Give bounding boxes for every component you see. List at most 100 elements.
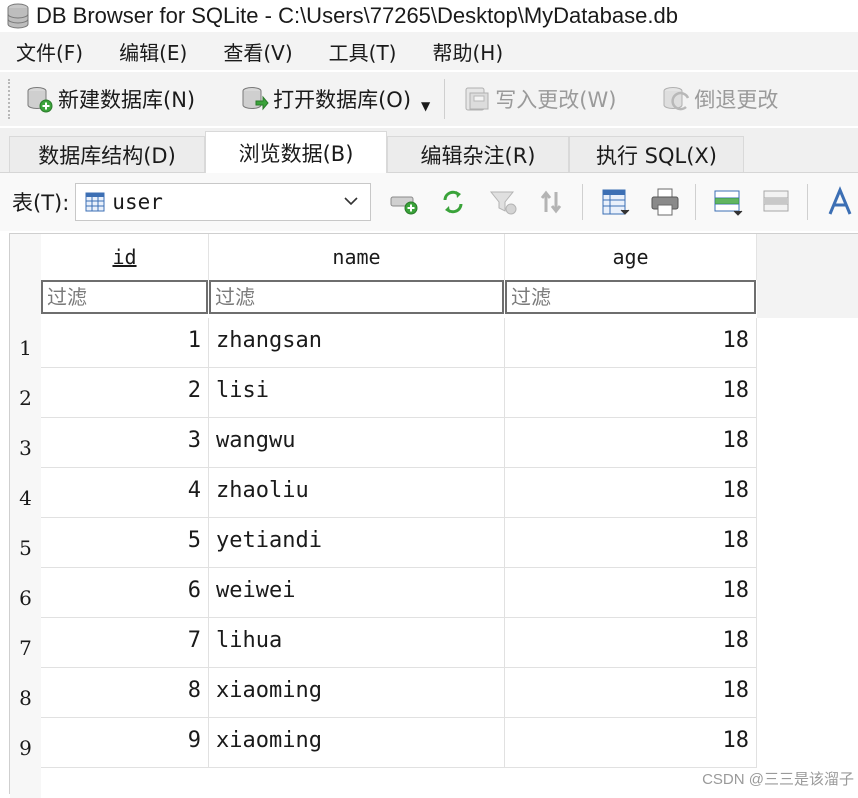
cell-name[interactable]: yetiandi	[209, 518, 505, 568]
cell-id[interactable]: 5	[41, 518, 209, 568]
menu-edit[interactable]: 编辑(E)	[119, 37, 187, 66]
cell-name[interactable]: xiaoming	[209, 668, 505, 718]
revert-changes-button[interactable]: 倒退更改	[650, 77, 788, 121]
tab-label: 执行 SQL(X)	[595, 143, 717, 168]
open-database-icon	[242, 87, 269, 111]
cell-id[interactable]: 3	[41, 418, 209, 468]
delete-record-button[interactable]	[760, 184, 796, 220]
write-changes-label: 写入更改(W)	[495, 88, 617, 112]
tab-label: 编辑杂注(R)	[420, 143, 536, 168]
sort-button[interactable]	[535, 184, 571, 220]
cell-name[interactable]: wangwu	[209, 418, 505, 468]
revert-changes-label: 倒退更改	[694, 88, 779, 112]
row-number[interactable]: 6	[10, 568, 41, 618]
delete-record-icon	[763, 190, 789, 212]
main-toolbar: 新建数据库(N) 打开数据库(O) ▼ 写入更改(W) 倒退更改	[0, 72, 858, 126]
cell-id[interactable]: 2	[41, 368, 209, 418]
database-app-icon	[7, 3, 29, 29]
cell-age[interactable]: 18	[505, 718, 757, 768]
new-database-button[interactable]: 新建数据库(N)	[14, 77, 205, 121]
cell-age[interactable]: 18	[505, 668, 757, 718]
new-database-label: 新建数据库(N)	[58, 88, 196, 112]
tab-edit-pragmas[interactable]: 编辑杂注(R)	[387, 136, 569, 172]
cell-age[interactable]: 18	[505, 318, 757, 368]
refresh-button[interactable]	[435, 184, 471, 220]
cell-name[interactable]: lihua	[209, 618, 505, 668]
filter-input-age[interactable]	[505, 280, 756, 314]
menu-file[interactable]: 文件(F)	[16, 37, 83, 66]
save-table-icon	[602, 189, 630, 215]
print-button[interactable]	[647, 184, 683, 220]
cell-id[interactable]: 8	[41, 668, 209, 718]
insert-record-button[interactable]	[710, 184, 746, 220]
cell-name[interactable]: zhaoliu	[209, 468, 505, 518]
cell-age[interactable]: 18	[505, 418, 757, 468]
column-header-id[interactable]: id	[41, 234, 209, 280]
save-table-button[interactable]	[597, 184, 633, 220]
menu-bar: 文件(F) 编辑(E) 查看(V) 工具(T) 帮助(H)	[0, 32, 858, 70]
toolbar-separator	[582, 184, 584, 220]
write-changes-icon	[465, 87, 489, 111]
row-number[interactable]: 5	[10, 518, 41, 568]
row-header-filler	[10, 768, 41, 798]
cell-name[interactable]: lisi	[209, 368, 505, 418]
sort-icon	[541, 190, 562, 214]
row-number[interactable]: 7	[10, 618, 41, 668]
chevron-down-icon	[344, 197, 358, 206]
write-changes-button[interactable]: 写入更改(W)	[451, 77, 626, 121]
menu-help[interactable]: 帮助(H)	[432, 37, 503, 66]
open-database-dropdown-icon[interactable]: ▼	[421, 99, 430, 113]
cell-id[interactable]: 4	[41, 468, 209, 518]
column-header-age[interactable]: age	[505, 234, 757, 280]
title-bar: DB Browser for SQLite - C:\Users\77265\D…	[0, 0, 858, 32]
row-number[interactable]: 1	[10, 318, 41, 368]
clear-filters-icon	[390, 196, 418, 215]
data-grid: id name age 1 1 zhangsan 18 2 2 lisi 18 …	[9, 233, 858, 798]
font-button[interactable]	[822, 184, 858, 220]
menu-tools[interactable]: 工具(T)	[329, 37, 397, 66]
row-number[interactable]: 9	[10, 718, 41, 768]
filter-icon	[489, 191, 517, 215]
toolbar-separator	[807, 184, 809, 220]
tab-execute-sql[interactable]: 执行 SQL(X)	[569, 136, 744, 172]
row-number[interactable]: 8	[10, 668, 41, 718]
grid-corner[interactable]	[10, 234, 41, 318]
cell-name[interactable]: weiwei	[209, 568, 505, 618]
row-number[interactable]: 3	[10, 418, 41, 468]
cell-age[interactable]: 18	[505, 618, 757, 668]
cell-name[interactable]: zhangsan	[209, 318, 505, 368]
tab-database-structure[interactable]: 数据库结构(D)	[9, 136, 205, 172]
tab-browse-data[interactable]: 浏览数据(B)	[205, 131, 387, 173]
cell-age[interactable]: 18	[505, 518, 757, 568]
font-letter-icon	[828, 186, 852, 215]
cell-id[interactable]: 1	[41, 318, 209, 368]
refresh-icon	[443, 190, 463, 214]
filter-input-id[interactable]	[41, 280, 208, 314]
toolbar-separator	[444, 79, 446, 119]
menu-view[interactable]: 查看(V)	[223, 37, 292, 66]
filter-input-name[interactable]	[209, 280, 504, 314]
cell-id[interactable]: 9	[41, 718, 209, 768]
cell-name[interactable]: xiaoming	[209, 718, 505, 768]
clear-filters-button[interactable]	[385, 184, 421, 220]
column-header-name[interactable]: name	[209, 234, 505, 280]
table-icon	[85, 192, 105, 212]
browse-data-toolbar: 表(T): user	[0, 173, 858, 231]
cell-id[interactable]: 7	[41, 618, 209, 668]
printer-icon	[651, 188, 679, 216]
cell-age[interactable]: 18	[505, 568, 757, 618]
tab-label: 数据库结构(D)	[38, 143, 176, 168]
cell-id[interactable]: 6	[41, 568, 209, 618]
cell-age[interactable]: 18	[505, 368, 757, 418]
row-number[interactable]: 4	[10, 468, 41, 518]
watermark: CSDN @三三是该溜子	[702, 771, 854, 788]
revert-changes-icon	[663, 87, 690, 111]
cell-age[interactable]: 18	[505, 468, 757, 518]
open-database-button[interactable]: 打开数据库(O)	[229, 77, 421, 121]
tab-label: 浏览数据(B)	[238, 141, 354, 166]
table-select[interactable]: user	[75, 183, 372, 221]
row-number[interactable]: 2	[10, 368, 41, 418]
new-database-icon	[27, 87, 53, 113]
table-select-label: 表(T):	[12, 191, 70, 215]
filter-button[interactable]	[485, 184, 521, 220]
